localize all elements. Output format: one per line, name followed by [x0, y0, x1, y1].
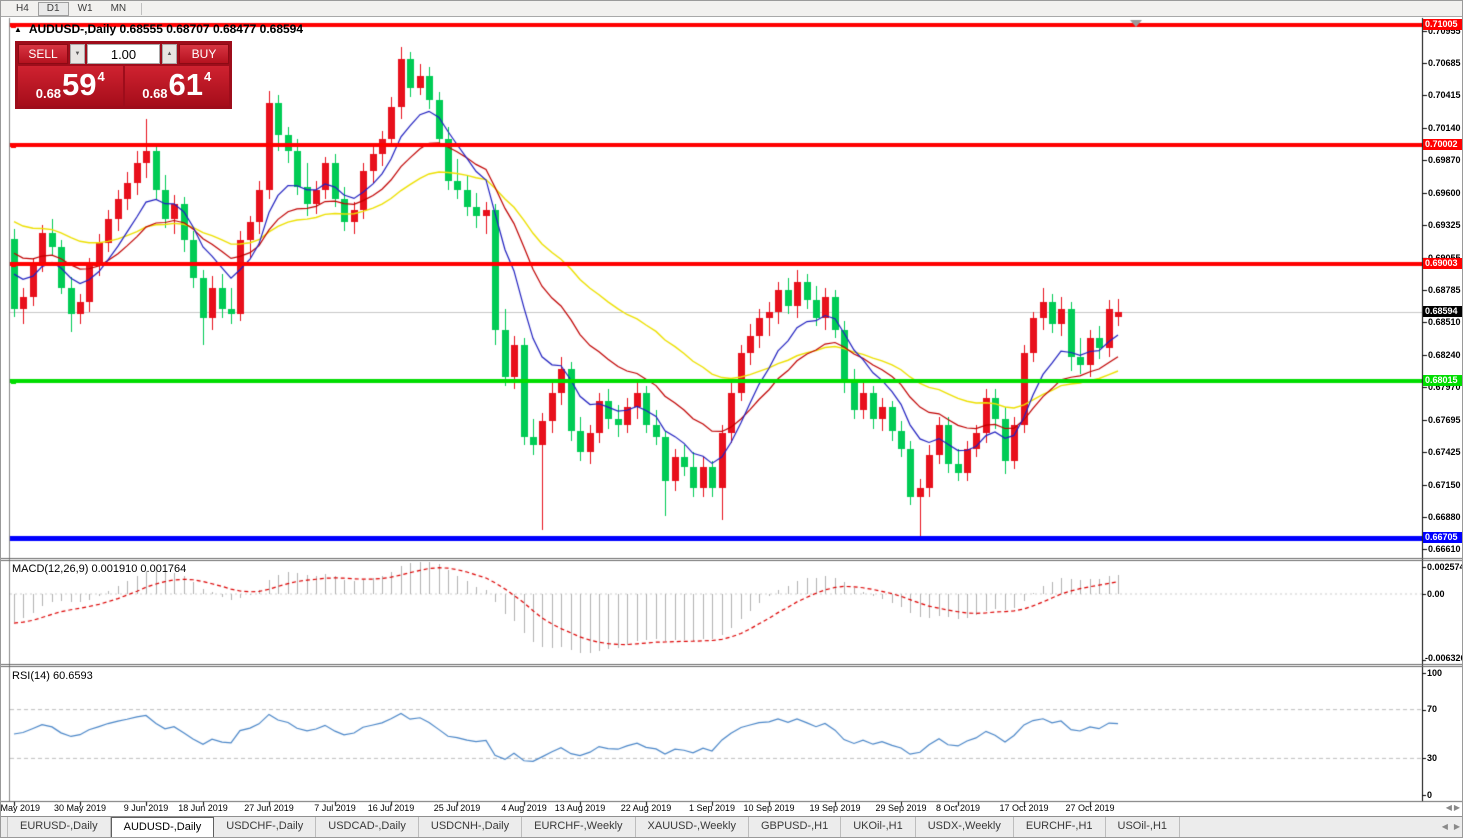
volume-input[interactable] [87, 44, 160, 64]
tab-list: EURUSD-,Daily AUDUSD-,Daily USDCHF-,Daily U… [1, 817, 1181, 837]
tab-ukoil-h1[interactable]: UKOil-,H1 [841, 817, 916, 837]
tab-xauusd-weekly[interactable]: XAUUSD-,Weekly [635, 817, 749, 837]
macd-indicator-label: MACD(12,26,9) 0.001910 0.001764 [12, 563, 187, 575]
tab-usdcad-daily[interactable]: USDCAD-,Daily [316, 817, 419, 837]
date-axis-label: 13 Aug 2019 [554, 803, 606, 813]
date-axis-label: 22 Aug 2019 [620, 803, 672, 813]
tab-scroll-arrows: ◀ ▶ [1442, 822, 1460, 831]
sell-price-prefix: 0.68 [35, 86, 62, 101]
date-axis-label: 16 Jul 2019 [367, 803, 415, 813]
scroll-right-icon[interactable]: ▶ [1454, 803, 1460, 812]
toolbar-separator [141, 2, 143, 15]
current-price-label: 0.68594 [1423, 306, 1462, 317]
one-click-trading-panel: SELL ▼ ▲ BUY 0.68 59 4 0.68 61 4 [15, 41, 232, 109]
price-axis-label: 0.69870 [1428, 155, 1461, 166]
tab-scroll-left-icon[interactable]: ◀ [1442, 822, 1448, 831]
sell-button[interactable]: SELL [18, 44, 68, 64]
buy-price-big-digits: 61 [168, 67, 204, 102]
buy-button[interactable]: BUY [179, 44, 229, 64]
price-axis-label: 0.70415 [1428, 90, 1461, 101]
chart-tab-bar: EURUSD-,Daily AUDUSD-,Daily USDCHF-,Daily U… [1, 816, 1462, 837]
buy-price-prefix: 0.68 [142, 86, 168, 101]
volume-decrease-button[interactable]: ▼ [70, 44, 85, 64]
macd-axis-zero-label: 0.00 [1427, 589, 1445, 599]
date-axis-label: 4 Aug 2019 [501, 803, 547, 813]
price-level-label: 0.69003 [1423, 258, 1462, 269]
timeframe-h4-button[interactable]: H4 [7, 2, 38, 16]
volume-increase-button[interactable]: ▲ [162, 44, 177, 64]
price-axis-label: 0.66880 [1428, 511, 1461, 522]
date-axis-label: 21 May 2019 [0, 803, 41, 813]
rsi-indicator-label: RSI(14) 60.6593 [12, 670, 93, 682]
timeframe-mn-button[interactable]: MN [102, 2, 136, 16]
rsi-axis-100-label: 100 [1427, 668, 1443, 678]
price-axis-label: 0.67150 [1428, 479, 1461, 490]
rsi-axis-70-label: 70 [1427, 704, 1438, 714]
date-axis-label: 1 Sep 2019 [688, 803, 736, 813]
price-axis-label: 0.69325 [1428, 220, 1461, 231]
price-axis-label: 0.68510 [1428, 317, 1461, 328]
tab-usdchf-daily[interactable]: USDCHF-,Daily [214, 817, 317, 837]
sell-price-pipette: 4 [97, 69, 105, 84]
macd-axis-min-label: -0.006326 [1425, 653, 1463, 663]
price-axis-label: 0.70685 [1428, 58, 1461, 69]
price-level-label: 0.70002 [1423, 139, 1462, 150]
rsi-axis-30-label: 30 [1427, 753, 1438, 763]
tab-audusd-daily[interactable]: AUDUSD-,Daily [110, 817, 215, 837]
date-axis-label: 18 Jun 2019 [178, 803, 228, 813]
date-axis-label: 19 Sep 2019 [809, 803, 861, 813]
price-level-label: 0.71005 [1423, 19, 1462, 30]
collapse-triangle-icon[interactable]: ▲ [14, 25, 22, 34]
price-axis-label: 0.68785 [1428, 284, 1461, 295]
date-axis-label: 30 May 2019 [53, 803, 107, 813]
date-axis-label: 29 Sep 2019 [875, 803, 927, 813]
timeframe-w1-button[interactable]: W1 [69, 2, 102, 16]
price-axis-label: 0.70140 [1428, 123, 1461, 134]
date-axis-label: 9 Jun 2019 [123, 803, 169, 813]
price-level-label: 0.66705 [1423, 532, 1462, 543]
tab-eurchf-weekly[interactable]: EURCHF-,Weekly [522, 817, 636, 837]
date-axis-label: 27 Oct 2019 [1065, 803, 1115, 813]
macd-axis-max-label: 0.002574 [1427, 562, 1463, 572]
date-axis-label: 27 Jun 2019 [244, 803, 294, 813]
buy-price-quote[interactable]: 0.68 61 4 [124, 66, 229, 106]
tab-eurchf-h1[interactable]: EURCHF-,H1 [1013, 817, 1106, 837]
scroll-left-icon[interactable]: ◀ [1446, 803, 1452, 812]
timeframe-d1-button[interactable]: D1 [37, 1, 69, 16]
price-axis-label: 0.66610 [1428, 544, 1461, 554]
price-axis-label: 0.68240 [1428, 349, 1461, 360]
price-axis-label: 0.67695 [1428, 414, 1461, 425]
price-level-label: 0.68015 [1423, 375, 1462, 386]
chart-symbol-label: AUDUSD-,Daily [28, 22, 117, 36]
rsi-axis-0-label: 0 [1427, 790, 1433, 800]
date-axis-label: 25 Jul 2019 [433, 803, 481, 813]
sell-price-quote[interactable]: 0.68 59 4 [18, 66, 123, 106]
metatrader-window: H4 D1 W1 MN ▲ AUDUSD-,Daily 0.68555 0.68… [0, 0, 1463, 838]
tab-usdx-weekly[interactable]: USDX-,Weekly [915, 817, 1014, 837]
buy-price-pipette: 4 [204, 69, 212, 84]
tab-gbpusd-h1[interactable]: GBPUSD-,H1 [748, 817, 842, 837]
date-axis-label: 7 Jul 2019 [314, 803, 356, 813]
tab-usoil-h1[interactable]: USOil-,H1 [1105, 817, 1181, 837]
chart-title: ▲ AUDUSD-,Daily 0.68555 0.68707 0.68477 … [14, 22, 303, 36]
date-axis-label: 17 Oct 2019 [999, 803, 1049, 813]
timeframe-toolbar: H4 D1 W1 MN [1, 1, 1462, 17]
horizontal-scrollbar: ◀ ▶ [1446, 803, 1460, 812]
tab-eurusd-daily[interactable]: EURUSD-,Daily [7, 817, 111, 837]
date-axis-label: 10 Sep 2019 [743, 803, 795, 813]
tab-usdcnh-daily[interactable]: USDCNH-,Daily [418, 817, 523, 837]
chart-ohlc-values: 0.68555 0.68707 0.68477 0.68594 [119, 22, 304, 36]
tab-scroll-right-icon[interactable]: ▶ [1454, 822, 1460, 831]
price-axis-label: 0.67425 [1428, 446, 1461, 457]
price-axis-label: 0.69600 [1428, 187, 1461, 198]
date-axis-label: 8 Oct 2019 [935, 803, 981, 813]
sell-price-big-digits: 59 [62, 67, 97, 102]
chart-canvas[interactable] [1, 1, 1462, 837]
